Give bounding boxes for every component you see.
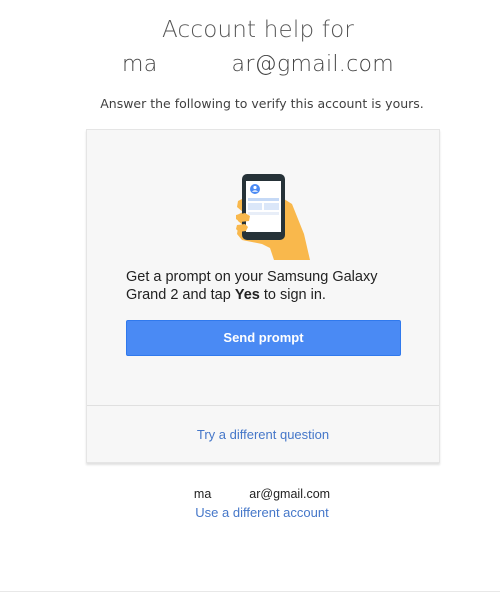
- footer-divider: [0, 591, 500, 592]
- footer-email-prefix: ma: [193, 487, 212, 501]
- page-subtitle: Answer the following to verify this acco…: [100, 96, 424, 111]
- footer-email-suffix: ar@gmail.com: [249, 487, 331, 501]
- prompt-instructions: Get a prompt on your Samsung Galaxy Gran…: [126, 268, 406, 304]
- account-email: ma ar@gmail.com: [0, 52, 500, 77]
- account-email-suffix: ar@gmail.com: [231, 52, 394, 77]
- account-email-prefix: ma: [122, 52, 158, 77]
- prompt-text-yes: Yes: [234, 287, 260, 303]
- footer-account-email: ma ar@gmail.com: [0, 487, 500, 501]
- try-different-question-link[interactable]: Try a different question: [87, 427, 439, 442]
- phone-in-hand-icon: [236, 174, 310, 260]
- prompt-text-part2: to sign in.: [259, 287, 326, 303]
- page-title: Account help for: [161, 17, 355, 43]
- use-different-account-link[interactable]: Use a different account: [0, 505, 500, 520]
- card-divider: [87, 405, 439, 406]
- verification-card: Get a prompt on your Samsung Galaxy Gran…: [86, 129, 440, 463]
- send-prompt-button[interactable]: Send prompt: [126, 320, 401, 356]
